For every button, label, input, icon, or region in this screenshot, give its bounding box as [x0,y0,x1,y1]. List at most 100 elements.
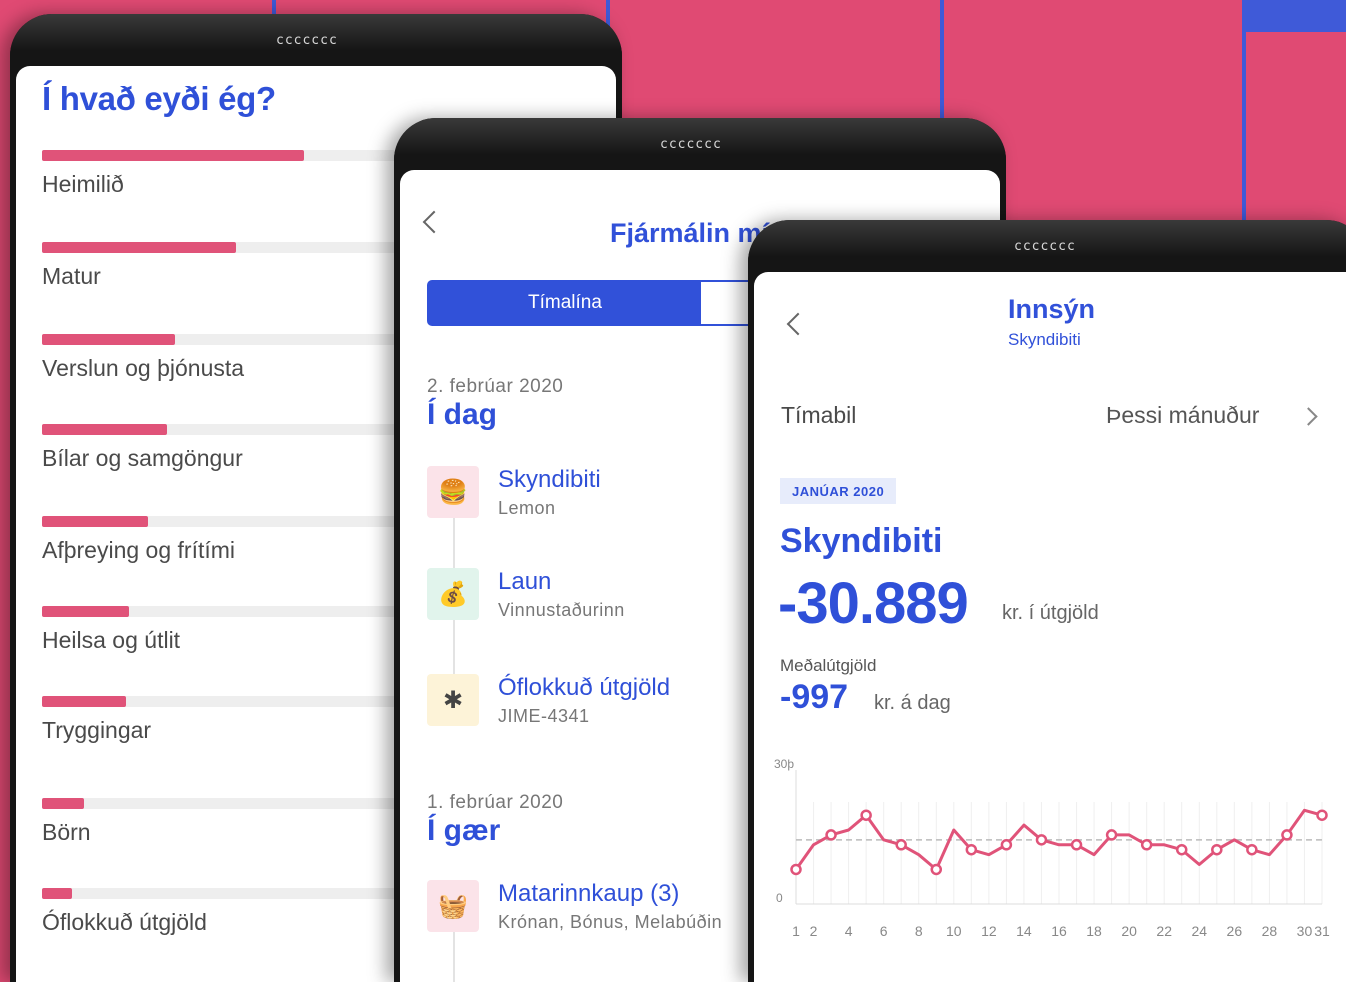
total-amount: -30.889 [778,571,969,636]
category-bar-track [42,150,422,161]
data-point [1035,834,1048,846]
data-point [965,843,978,856]
x-tick-label: 16 [1051,923,1067,939]
average-unit: kr. á dag [874,692,951,714]
category-row[interactable]: Tryggingar [42,696,422,744]
category-row[interactable]: Óflokkuð útgjöld [42,888,422,936]
transaction-name[interactable]: Matarinnkaup (3) [498,880,679,908]
day-heading: Í gær [427,814,501,847]
category-bar-track [42,888,422,899]
background-line [1242,0,1246,222]
background-line [940,0,944,120]
amount-unit: kr. í útgjöld [1002,602,1099,624]
burger-icon: 🍔 [427,466,479,518]
page-subtitle: Skyndibiti [1008,330,1081,349]
x-tick-label: 12 [981,923,997,939]
data-point [860,809,872,821]
category-bar-track [42,334,422,345]
data-point [930,863,943,876]
day-heading: Í dag [427,398,498,431]
x-tick-label: 14 [1016,923,1032,939]
y-tick-label: 0 [776,891,783,905]
period-selector[interactable]: Þessi mánuður [1106,402,1259,429]
chevron-right-icon[interactable] [1299,407,1318,426]
category-label: Tryggingar [42,717,152,743]
transaction-name[interactable]: Laun [498,568,551,596]
transaction-merchant: JIME-4341 [498,706,590,726]
category-bar-track [42,798,422,809]
month-badge: JANÚAR 2020 [780,478,897,504]
category-row[interactable]: Bílar og samgöngur [42,424,422,472]
category-label: Matur [42,263,101,289]
category-label: Börn [42,819,91,845]
data-point [1281,829,1293,841]
x-tick-label: 24 [1191,923,1207,939]
category-row[interactable]: Börn [42,798,422,846]
category-bar-track [42,606,422,617]
daily-spending-chart: 30þ01 2 4 6 8 10 12 14 16 18 20 22 24 26 28 30 31 [774,757,1330,939]
x-tick-label: 10 [946,923,962,939]
phone-top-bar: ccccccc [10,14,622,66]
transaction-merchant: Krónan, Bónus, Melabúðin [498,912,723,932]
x-tick-label: 4 [845,923,853,939]
phone-insight: ccccccc Innsýn Skyndibiti Tímabil Þessi … [748,220,1346,982]
data-point [1105,829,1118,841]
average-amount: -997 [780,678,849,716]
segment-timeline[interactable]: Tímalína [429,282,701,324]
data-point [1140,839,1153,851]
background-block [1242,0,1346,32]
category-label: Heimilið [42,171,124,197]
category-bar-fill [42,242,236,253]
date-label: 2. febrúar 2020 [427,376,564,397]
category-bar-fill [42,334,175,345]
phone-top-bar: ccccccc [748,220,1346,272]
x-tick-label: 26 [1227,923,1243,939]
category-label: Bílar og samgöngur [42,445,243,471]
transaction-name[interactable]: Skyndibiti [498,466,601,494]
category-row[interactable]: Heilsa og útlit [42,606,422,654]
back-chevron-icon[interactable] [786,312,810,336]
category-row[interactable]: Matur [42,242,422,290]
data-point [825,829,837,841]
speaker-grille: ccccccc [276,32,338,48]
speaker-grille: ccccccc [660,136,722,152]
x-tick-label: 18 [1086,923,1102,939]
x-tick-label: 31 [1314,923,1330,939]
data-point [1211,843,1223,856]
page-title: Innsýn [1008,294,1096,324]
data-point [895,839,907,851]
transaction-merchant: Lemon [498,498,556,518]
category-bar-fill [42,888,73,899]
category-bar-fill [42,516,149,527]
category-row[interactable]: Heimilið [42,150,422,198]
x-tick-label: 20 [1121,923,1137,939]
average-label: Meðalútgjöld [780,656,877,675]
x-tick-label: 8 [915,923,923,939]
x-tick-label: 30 [1297,923,1313,939]
money-hand-icon: 💰 [427,568,479,620]
speaker-grille: ccccccc [1014,238,1076,254]
category-label: Heilsa og útlit [42,627,181,653]
category-bar-fill [42,798,84,809]
category-bar-track [42,242,422,253]
basket-icon: 🧺 [427,880,479,932]
category-bar-track [42,696,422,707]
x-tick-label: 6 [880,923,888,939]
category-bar-fill [42,150,305,161]
data-point [790,863,802,876]
insight-screen: Innsýn Skyndibiti Tímabil Þessi mánuður … [754,272,1346,982]
transaction-merchant: Vinnustaðurinn [498,600,625,620]
data-point [1000,839,1013,851]
category-row[interactable]: Afþreying og frítími [42,516,422,564]
back-chevron-icon[interactable] [422,210,446,234]
page-title: Í hvað eyði ég? [42,80,276,117]
x-tick-label: 28 [1262,923,1278,939]
category-row[interactable]: Verslun og þjónusta [42,334,422,382]
category-title: Skyndibiti [780,522,943,560]
category-label: Verslun og þjónusta [42,355,245,381]
transaction-name[interactable]: Óflokkuð útgjöld [498,674,670,702]
data-point [1246,843,1258,856]
category-bar-fill [42,606,130,617]
y-tick-label: 30þ [774,757,794,771]
x-tick-label: 22 [1156,923,1172,939]
